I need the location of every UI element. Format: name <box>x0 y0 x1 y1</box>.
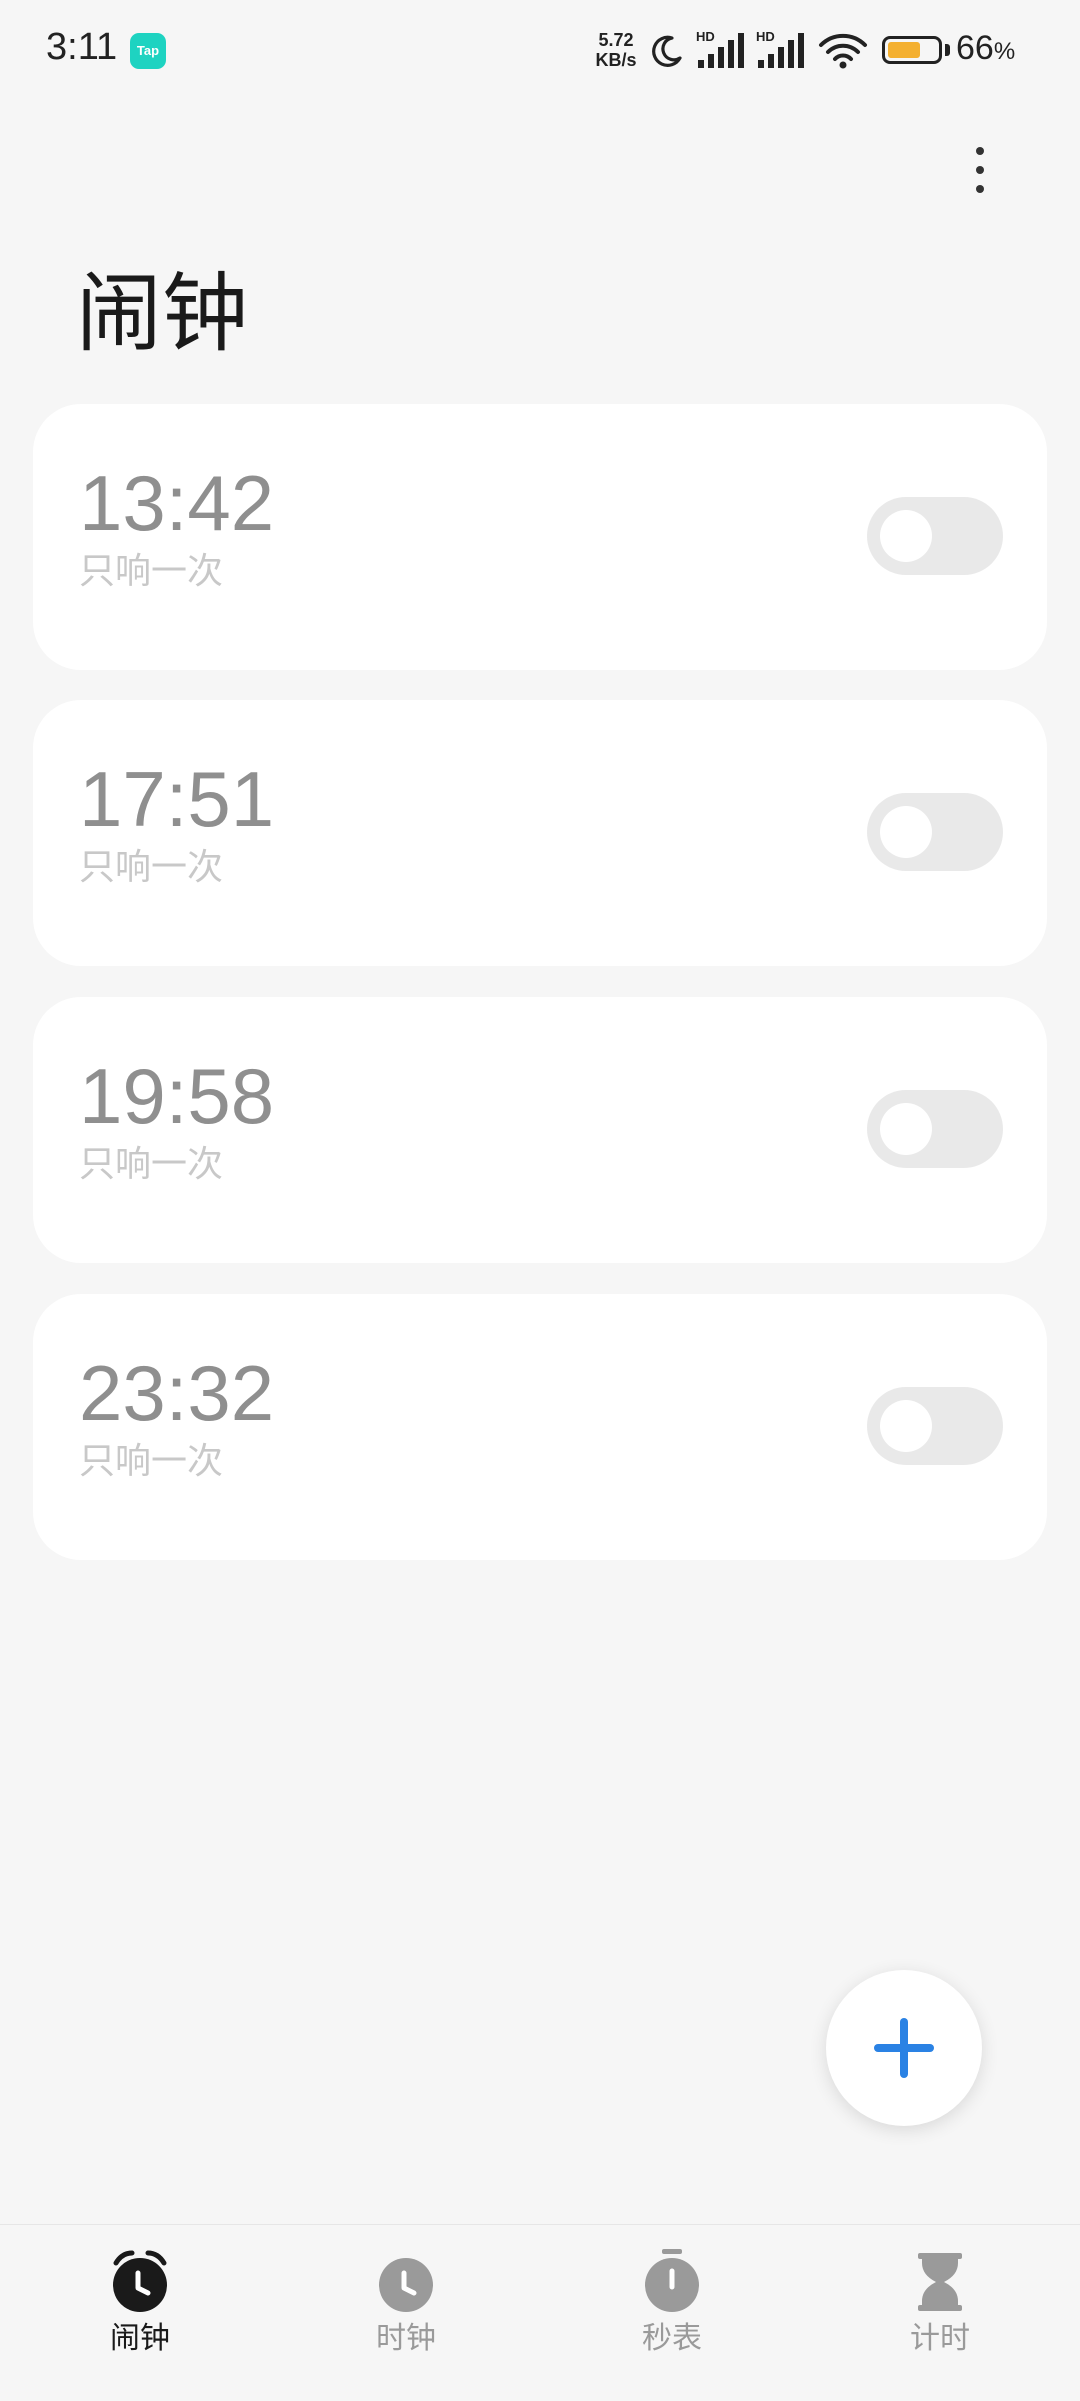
alarm-toggle[interactable] <box>867 793 1003 871</box>
stopwatch-icon <box>645 2249 699 2312</box>
alarm-repeat: 只响一次 <box>79 551 224 592</box>
more-vertical-icon <box>976 185 984 193</box>
add-alarm-button[interactable] <box>826 1970 982 2126</box>
page-title: 闹钟 <box>76 264 248 364</box>
toggle-knob <box>880 1400 932 1452</box>
nav-label: 秒表 <box>642 2321 702 2356</box>
clock-icon <box>379 2258 433 2312</box>
network-speed-unit: KB/s <box>595 50 637 70</box>
alarm-toggle[interactable] <box>867 1090 1003 1168</box>
alarm-card[interactable]: 23:32 只响一次 <box>33 1294 1047 1560</box>
alarm-toggle[interactable] <box>867 1387 1003 1465</box>
status-time: 3:11 <box>46 26 118 68</box>
bottom-navigation: 闹钟 时钟 秒表 计时 <box>0 2224 1080 2401</box>
toggle-knob <box>880 510 932 562</box>
alarm-clock-icon <box>113 2250 167 2312</box>
alarm-time: 13:42 <box>79 459 275 547</box>
alarm-card[interactable]: 17:51 只响一次 <box>33 700 1047 966</box>
nav-label: 计时 <box>910 2321 970 2356</box>
alarm-repeat: 只响一次 <box>79 1144 224 1185</box>
alarm-toggle[interactable] <box>867 497 1003 575</box>
nav-label: 闹钟 <box>110 2321 170 2356</box>
alarm-repeat: 只响一次 <box>79 1441 224 1482</box>
alarm-card[interactable]: 13:42 只响一次 <box>33 404 1047 670</box>
battery-unit: % <box>993 38 1016 65</box>
nav-label: 时钟 <box>376 2321 436 2356</box>
alarm-time: 23:32 <box>79 1349 275 1437</box>
toggle-knob <box>880 806 932 858</box>
nav-item-timer[interactable]: 计时 <box>840 2247 1040 2387</box>
nav-item-stopwatch[interactable]: 秒表 <box>572 2247 772 2387</box>
more-vertical-icon <box>976 166 984 174</box>
moon-icon <box>652 35 682 67</box>
network-speed-value: 5.72 <box>598 30 634 50</box>
network-speed: 5.72 KB/s <box>590 30 642 70</box>
wifi-icon <box>819 33 867 69</box>
battery-level <box>888 42 920 58</box>
hourglass-icon <box>918 2253 962 2311</box>
more-vertical-icon <box>976 147 984 155</box>
alarm-repeat: 只响一次 <box>79 847 224 888</box>
signal-icon: HD <box>696 30 750 70</box>
battery-nub <box>945 44 950 56</box>
plus-icon-stem <box>900 2018 908 2078</box>
battery-value: 66 <box>956 29 994 67</box>
more-options-button[interactable] <box>950 130 1010 210</box>
battery-percentage: 66% <box>956 29 1015 68</box>
alarm-card[interactable]: 19:58 只响一次 <box>33 997 1047 1263</box>
nav-item-clock[interactable]: 时钟 <box>306 2247 506 2387</box>
nav-item-alarm[interactable]: 闹钟 <box>40 2247 240 2387</box>
alarm-time: 19:58 <box>79 1052 275 1140</box>
status-bar: 3:11 Tap 5.72 KB/s HD HD 66% <box>0 0 1080 104</box>
tap-app-icon: Tap <box>130 33 166 69</box>
toggle-knob <box>880 1103 932 1155</box>
signal-icon: HD <box>756 30 810 70</box>
alarm-time: 17:51 <box>79 755 275 843</box>
battery-icon <box>882 36 942 64</box>
